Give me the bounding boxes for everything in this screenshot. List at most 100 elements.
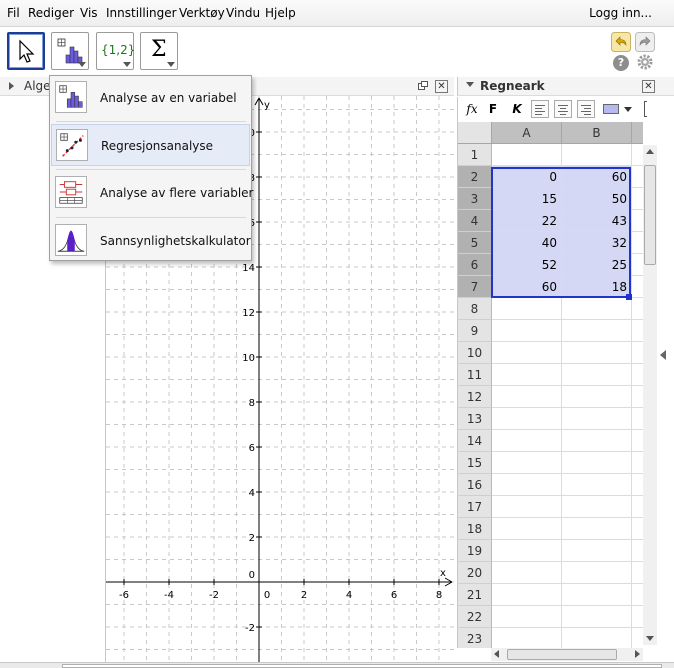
cell-blank[interactable] xyxy=(632,518,643,540)
dropdown-item-multi-variable-analysis[interactable]: Analyse av flere variabler xyxy=(51,172,253,214)
cell-b14[interactable] xyxy=(562,430,632,452)
expand-arrow-icon[interactable] xyxy=(9,82,14,90)
cell-a2[interactable]: 0 xyxy=(492,166,562,188)
cell-blank[interactable] xyxy=(632,364,643,386)
cell-blank[interactable] xyxy=(632,320,643,342)
fill-handle[interactable] xyxy=(626,294,632,300)
cell-blank[interactable] xyxy=(632,628,643,648)
row-header[interactable]: 16 xyxy=(458,474,492,496)
column-header-a[interactable]: A xyxy=(492,122,562,144)
column-header-b[interactable]: B xyxy=(562,122,632,144)
menu-window[interactable]: Vindu xyxy=(226,6,260,20)
cell-b2[interactable]: 60 xyxy=(562,166,632,188)
cell-b3[interactable]: 50 xyxy=(562,188,632,210)
menu-settings[interactable]: Innstillinger xyxy=(106,6,177,20)
cell-a16[interactable] xyxy=(492,474,562,496)
cell-blank[interactable] xyxy=(632,276,643,298)
cell-a4[interactable]: 22 xyxy=(492,210,562,232)
cell-b23[interactable] xyxy=(562,628,632,648)
cell-b17[interactable] xyxy=(562,496,632,518)
cell-blank[interactable] xyxy=(632,188,643,210)
bold-button[interactable]: F xyxy=(486,100,500,119)
row-header[interactable]: 5 xyxy=(458,232,492,254)
close-graphics-icon[interactable]: ✕ xyxy=(435,80,448,93)
cell-b9[interactable] xyxy=(562,320,632,342)
fill-color-dropdown-icon[interactable] xyxy=(624,107,632,112)
undock-icon[interactable] xyxy=(418,81,428,90)
align-right-icon[interactable] xyxy=(577,100,595,118)
cell-a20[interactable] xyxy=(492,562,562,584)
list-tool-button[interactable]: {1,2} xyxy=(96,32,135,70)
cell-a12[interactable] xyxy=(492,386,562,408)
row-header[interactable]: 22 xyxy=(458,606,492,628)
cell-blank[interactable] xyxy=(632,562,643,584)
spreadsheet-grid[interactable]: A B 1 2 0 60 3 15 50 4 22 43 5 40 32 6 52 25 7 60 18 8 9 10 11… xyxy=(457,122,643,648)
undo-icon[interactable] xyxy=(611,32,631,52)
row-header[interactable]: 6 xyxy=(458,254,492,276)
row-header[interactable]: 2 xyxy=(458,166,492,188)
row-header[interactable]: 12 xyxy=(458,386,492,408)
menu-tools[interactable]: Verktøy xyxy=(179,6,225,20)
border-icon[interactable] xyxy=(644,101,647,117)
row-header[interactable]: 17 xyxy=(458,496,492,518)
menu-edit[interactable]: Rediger xyxy=(28,6,74,20)
cell-b6[interactable]: 25 xyxy=(562,254,632,276)
move-tool-button[interactable] xyxy=(7,32,45,70)
cell-b18[interactable] xyxy=(562,518,632,540)
cell-blank[interactable] xyxy=(632,298,643,320)
cell-blank[interactable] xyxy=(632,474,643,496)
cell-a14[interactable] xyxy=(492,430,562,452)
cell-b19[interactable] xyxy=(562,540,632,562)
cell-a15[interactable] xyxy=(492,452,562,474)
align-center-icon[interactable] xyxy=(554,100,572,118)
cell-a13[interactable] xyxy=(492,408,562,430)
cell-b12[interactable] xyxy=(562,386,632,408)
italic-button[interactable]: K xyxy=(510,100,524,119)
cell-blank[interactable] xyxy=(632,496,643,518)
cell-a18[interactable] xyxy=(492,518,562,540)
cell-blank[interactable] xyxy=(632,540,643,562)
cell-b15[interactable] xyxy=(562,452,632,474)
row-header[interactable]: 14 xyxy=(458,430,492,452)
row-header[interactable]: 7 xyxy=(458,276,492,298)
fx-button[interactable]: fx xyxy=(464,100,480,119)
cell-blank[interactable] xyxy=(632,408,643,430)
cell-blank[interactable] xyxy=(632,584,643,606)
cell-b10[interactable] xyxy=(562,342,632,364)
row-header[interactable]: 4 xyxy=(458,210,492,232)
column-header-blank[interactable] xyxy=(632,122,643,144)
cell-blank[interactable] xyxy=(632,430,643,452)
cell-blank[interactable] xyxy=(632,144,643,166)
cell-b21[interactable] xyxy=(562,584,632,606)
cell-blank[interactable] xyxy=(632,232,643,254)
vertical-scrollbar[interactable] xyxy=(643,145,657,645)
cell-a5[interactable]: 40 xyxy=(492,232,562,254)
menu-file[interactable]: Fil xyxy=(7,6,20,20)
input-bar[interactable] xyxy=(62,664,662,668)
close-spreadsheet-icon[interactable]: ✕ xyxy=(642,80,655,93)
cell-blank[interactable] xyxy=(632,254,643,276)
cell-b4[interactable]: 43 xyxy=(562,210,632,232)
menu-view[interactable]: Vis xyxy=(80,6,98,20)
cell-b20[interactable] xyxy=(562,562,632,584)
data-analysis-tool-button[interactable] xyxy=(51,32,89,70)
row-header[interactable]: 1 xyxy=(458,144,492,166)
cell-b22[interactable] xyxy=(562,606,632,628)
side-panel-toggle-icon[interactable] xyxy=(660,350,666,360)
row-header[interactable]: 8 xyxy=(458,298,492,320)
cell-blank[interactable] xyxy=(632,386,643,408)
scroll-up-icon[interactable] xyxy=(646,149,654,154)
cell-a10[interactable] xyxy=(492,342,562,364)
row-header[interactable]: 13 xyxy=(458,408,492,430)
cell-a6[interactable]: 52 xyxy=(492,254,562,276)
fill-color-icon[interactable] xyxy=(603,104,619,114)
cell-b16[interactable] xyxy=(562,474,632,496)
row-header[interactable]: 3 xyxy=(458,188,492,210)
row-header[interactable]: 21 xyxy=(458,584,492,606)
cell-a7[interactable]: 60 xyxy=(492,276,562,298)
row-header[interactable]: 19 xyxy=(458,540,492,562)
scroll-right-icon[interactable] xyxy=(635,650,640,658)
cell-a21[interactable] xyxy=(492,584,562,606)
cell-a9[interactable] xyxy=(492,320,562,342)
row-header[interactable]: 15 xyxy=(458,452,492,474)
